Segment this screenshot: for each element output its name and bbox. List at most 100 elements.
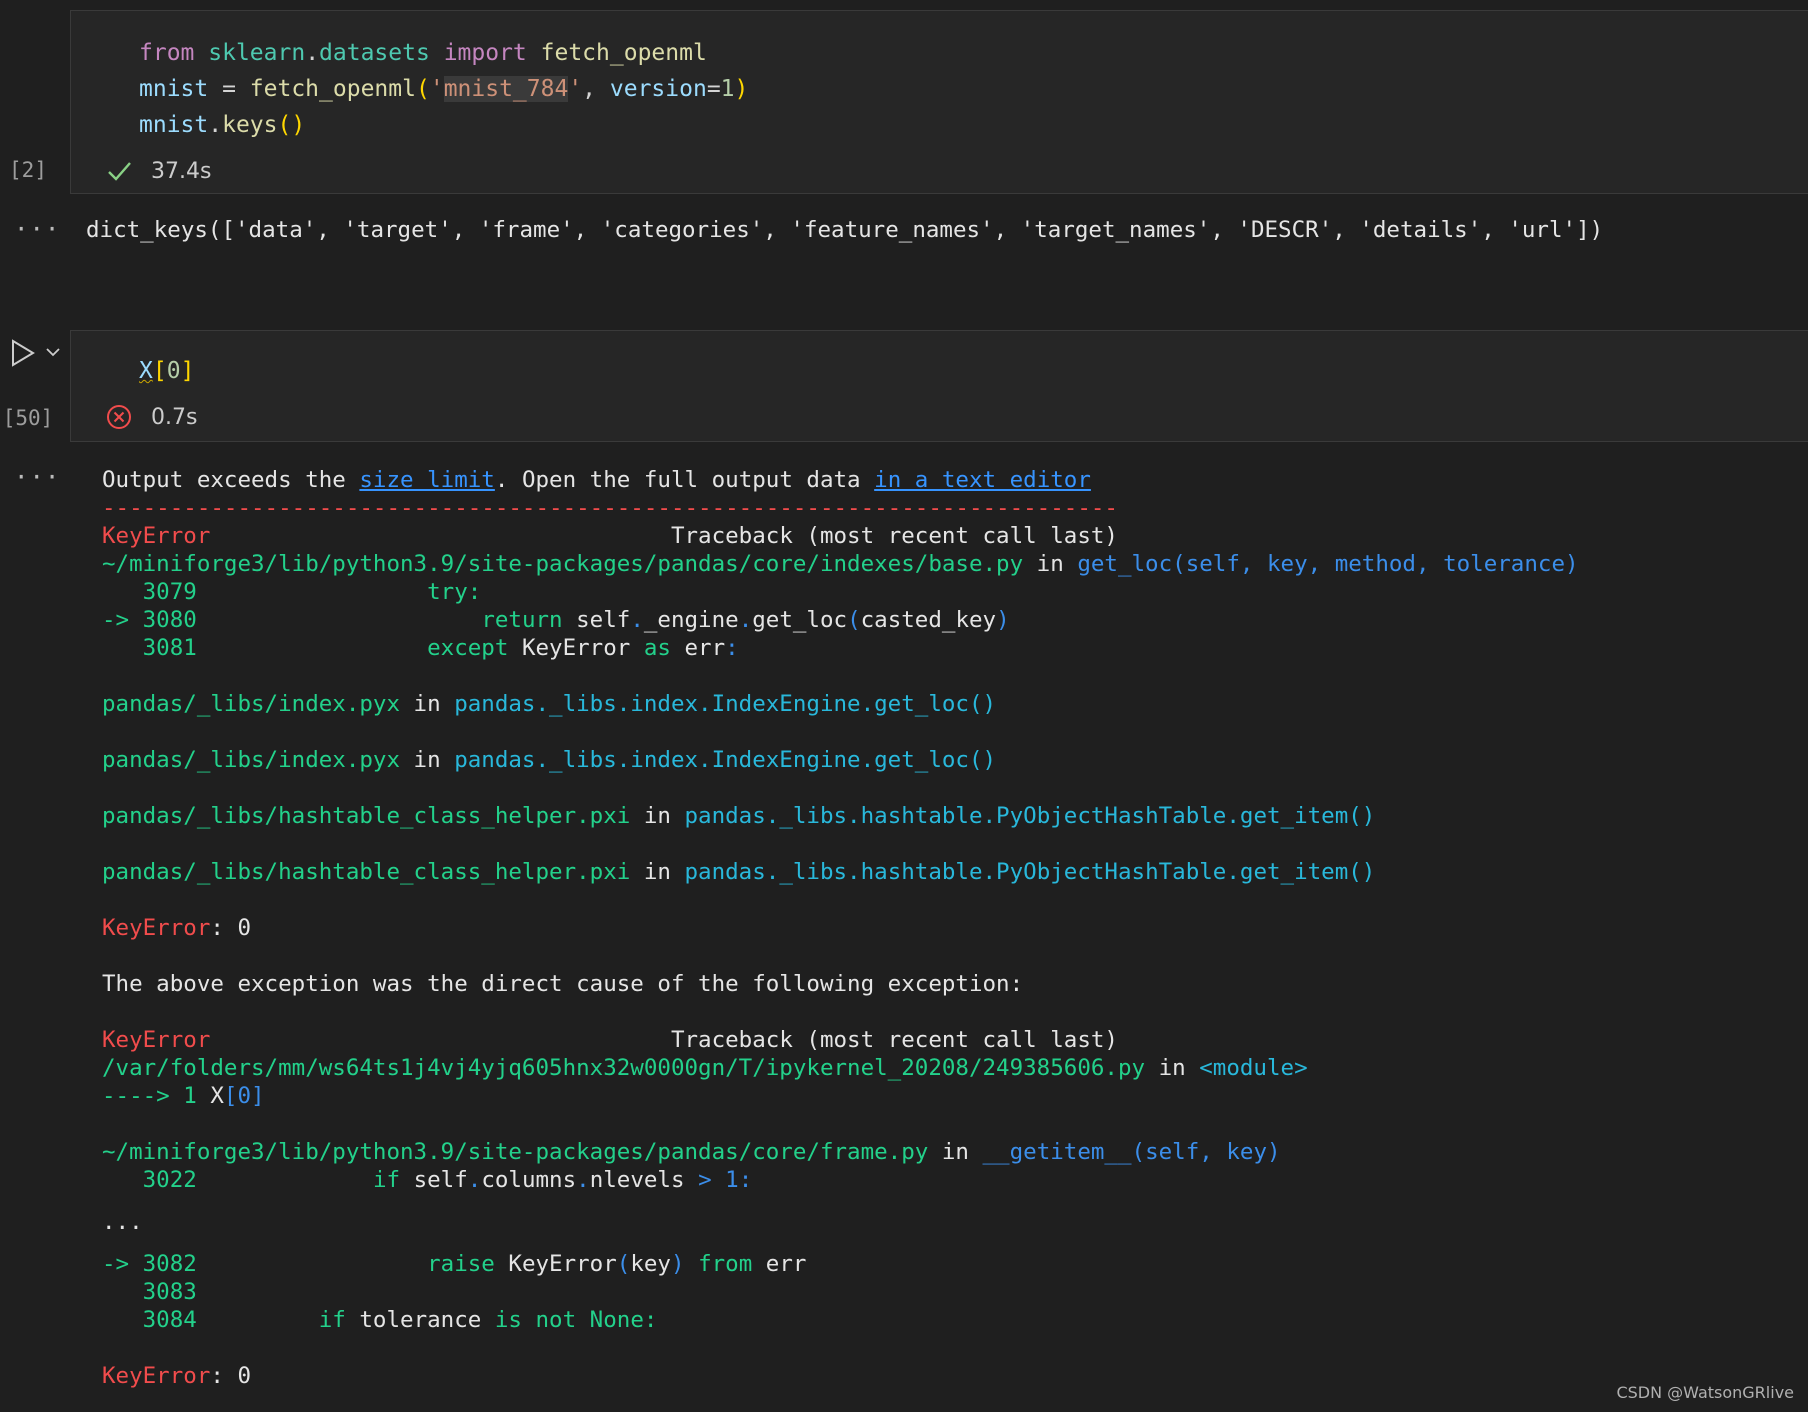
- traceback-header-2: KeyError Traceback (most recent call las…: [102, 1026, 1118, 1054]
- file-path: ~/miniforge3/lib/python3.9/site-packages…: [102, 551, 1024, 577]
- current-line-arrow: -> 3082: [102, 1251, 197, 1277]
- string-arg: mnist_784: [443, 76, 569, 102]
- in-word: in: [400, 691, 455, 717]
- traceback-title: Traceback (most recent call last): [670, 523, 1118, 549]
- execution-time: 37.4s: [151, 158, 212, 184]
- var-tolerance: tolerance: [359, 1307, 482, 1333]
- traceback-title: Traceback (most recent call last): [670, 1027, 1118, 1053]
- open-in-text-editor-link[interactable]: in a text editor: [874, 467, 1091, 493]
- line-number: 3079: [102, 579, 197, 605]
- file-path: ~/miniforge3/lib/python3.9/site-packages…: [102, 1139, 929, 1165]
- variable-mnist: mnist: [139, 112, 209, 138]
- keyword-from: from: [698, 1251, 753, 1277]
- line-number: 3081: [102, 635, 197, 661]
- in-word: in: [928, 1139, 983, 1165]
- keyword-from: from: [139, 40, 195, 66]
- paren: ): [670, 1251, 685, 1277]
- watermark: CSDN @WatsonGRlive: [1616, 1383, 1794, 1402]
- var-err: err: [684, 635, 726, 661]
- frame-index-pyx-1: pandas/_libs/index.pyx in pandas._libs.i…: [102, 690, 996, 718]
- arg: key: [630, 1251, 671, 1277]
- source-line-3079: 3079 try:: [102, 578, 482, 606]
- source-line-3080: -> 3080 return self._engine.get_loc(cast…: [102, 606, 1010, 634]
- function-name: pandas._libs.index.IndexEngine.get_loc(): [454, 747, 997, 773]
- output-2-more-icon[interactable]: ···: [14, 463, 60, 491]
- dot: .: [576, 1167, 590, 1193]
- error-value: : 0: [210, 1363, 252, 1389]
- keyword-as: as: [643, 635, 671, 661]
- output-1-more-icon[interactable]: ···: [14, 215, 60, 243]
- quote: ': [429, 76, 444, 102]
- exception-name: KeyError: [508, 1251, 617, 1277]
- check-icon: [105, 157, 133, 185]
- keyword-if: if: [372, 1167, 401, 1193]
- var-err: err: [765, 1251, 807, 1277]
- code-cell-1[interactable]: from sklearn.datasets import fetch_openm…: [70, 10, 1808, 194]
- function-signature: get_loc(self, key, method, tolerance): [1077, 551, 1579, 577]
- dot: .: [738, 607, 753, 633]
- index: [0]: [223, 1083, 265, 1109]
- function-name: fetch_openml: [249, 76, 416, 102]
- keyword-if: if: [318, 1307, 346, 1333]
- method-keys: keys: [222, 112, 278, 138]
- in-word: in: [630, 859, 685, 885]
- cell-1-status: 37.4s: [105, 157, 211, 185]
- function-name: <module>: [1199, 1055, 1308, 1081]
- index-num: 0: [166, 358, 181, 384]
- arg: casted_key: [860, 607, 997, 633]
- dot: .: [208, 112, 223, 138]
- file-path: pandas/_libs/index.pyx: [102, 747, 401, 773]
- cell-2-status: 0.7s: [105, 403, 197, 431]
- code-cell-2[interactable]: X[0] 0.7s: [70, 330, 1808, 442]
- size-limit-link[interactable]: size limit: [359, 467, 494, 493]
- execution-time: 0.7s: [151, 404, 198, 430]
- paren: ): [996, 607, 1010, 633]
- paren-open: (: [415, 76, 430, 102]
- output-size-notice: Output exceeds the size limit. Open the …: [102, 466, 1091, 494]
- bracket-close: ]: [180, 358, 195, 384]
- in-word: in: [400, 747, 455, 773]
- var-x: X: [210, 1083, 224, 1109]
- play-icon[interactable]: [10, 338, 36, 368]
- source-line-3084: 3084 if tolerance is not None:: [102, 1306, 658, 1334]
- parens: (): [277, 112, 306, 138]
- paren-close: ): [734, 76, 749, 102]
- cause-message: The above exception was the direct cause…: [102, 971, 1024, 997]
- function-name: pandas._libs.hashtable.PyObjectHashTable…: [684, 859, 1376, 885]
- paren: (: [847, 607, 861, 633]
- source-line-3083: 3083: [102, 1279, 197, 1305]
- chevron-down-icon[interactable]: [44, 344, 62, 360]
- function-signature: __getitem__(self, key): [982, 1139, 1281, 1165]
- line-number: 3022: [102, 1167, 197, 1193]
- file-path: pandas/_libs/hashtable_class_helper.pxi: [102, 803, 631, 829]
- comparison: is not None:: [494, 1307, 658, 1333]
- function-name: pandas._libs.hashtable.PyObjectHashTable…: [684, 803, 1376, 829]
- code-line-1: from sklearn.datasets import fetch_openm…: [139, 35, 707, 71]
- code-line-3: mnist.keys(): [139, 107, 305, 143]
- kwarg-version: version: [609, 76, 707, 102]
- error-type: KeyError: [102, 915, 211, 941]
- frame-hashtable-1: pandas/_libs/hashtable_class_helper.pxi …: [102, 802, 1375, 830]
- equals: =: [706, 76, 721, 102]
- file-path: pandas/_libs/index.pyx: [102, 691, 401, 717]
- frame-hashtable-2: pandas/_libs/hashtable_class_helper.pxi …: [102, 858, 1375, 886]
- keyword-except: except: [427, 635, 509, 661]
- frame-frame-py: ~/miniforge3/lib/python3.9/site-packages…: [102, 1138, 1281, 1166]
- import-name: fetch_openml: [540, 40, 707, 66]
- keyerror-line-2: KeyError: 0: [102, 1362, 251, 1390]
- quote: ': [568, 76, 583, 102]
